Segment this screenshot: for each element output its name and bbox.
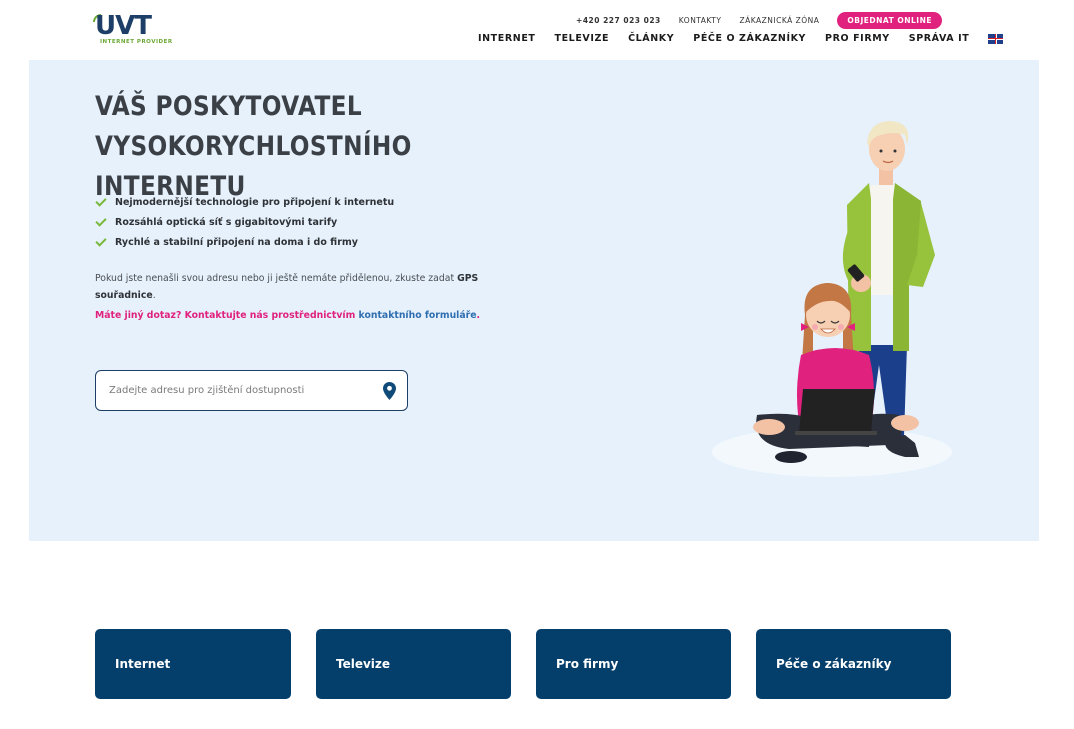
check-icon: [95, 198, 107, 206]
category-cards: Internet Televize Pro firmy Péče o zákaz…: [95, 629, 951, 699]
nav-pece-o-zakazniky[interactable]: PÉČE O ZÁKAZNÍKY: [693, 33, 806, 44]
phone-link[interactable]: +420 227 023 023: [576, 16, 661, 25]
card-pro-firmy[interactable]: Pro firmy: [536, 629, 731, 699]
nav-clanky[interactable]: ČLÁNKY: [628, 33, 674, 44]
order-online-button[interactable]: OBJEDNAT ONLINE: [837, 11, 942, 29]
feature-item: Rozsáhlá optická síť s gigabitovými tari…: [95, 212, 394, 232]
address-search-input[interactable]: [109, 385, 369, 396]
hero-title-line1: VÁŠ POSKYTOVATEL: [95, 91, 362, 122]
feature-text: Rychlé a stabilní připojení na doma i do…: [115, 236, 358, 248]
logo[interactable]: UVT INTERNET PROVIDER: [93, 11, 173, 47]
address-help-text: Pokud jste nenašli svou adresu nebo ji j…: [95, 271, 495, 304]
desc-suffix: .: [152, 289, 156, 301]
people-illustration: [712, 121, 952, 477]
uk-flag-icon[interactable]: [988, 33, 1004, 44]
logo-mark: UVT: [95, 11, 152, 41]
check-icon: [95, 218, 107, 226]
feature-text: Rozsáhlá optická síť s gigabitovými tari…: [115, 216, 338, 228]
hero-section: VÁŠ POSKYTOVATEL VYSOKORYCHLOSTNÍHO INTE…: [29, 60, 1039, 541]
site-header: UVT INTERNET PROVIDER +420 227 023 023 K…: [0, 0, 1074, 60]
nav-sprava-it[interactable]: SPRÁVA IT: [909, 33, 970, 44]
hero-title: VÁŠ POSKYTOVATEL VYSOKORYCHLOSTNÍHO INTE…: [95, 87, 508, 207]
desc-prefix: Pokud jste nenašli svou adresu nebo ji j…: [95, 273, 458, 284]
feature-item: Rychlé a stabilní připojení na doma i do…: [95, 232, 394, 252]
address-search[interactable]: [95, 370, 408, 411]
contact-suffix: .: [476, 310, 481, 321]
feature-text: Nejmodernější technologie pro připojení …: [115, 196, 395, 208]
card-televize[interactable]: Televize: [316, 629, 511, 699]
customer-zone-link[interactable]: ZÁKAZNICKÁ ZÓNA: [739, 16, 819, 25]
contact-text: Máte jiný dotaz? Kontaktujte nás prostře…: [95, 310, 480, 321]
feature-item: Nejmodernější technologie pro připojení …: [95, 192, 394, 212]
logo-subtext: INTERNET PROVIDER: [100, 39, 173, 45]
nav-televize[interactable]: TELEVIZE: [555, 33, 610, 44]
check-icon: [95, 238, 107, 246]
contact-form-link[interactable]: kontaktního formuláře: [359, 310, 477, 321]
contact-prefix: Máte jiný dotaz? Kontaktujte nás prostře…: [95, 310, 359, 321]
main-nav: INTERNET TELEVIZE ČLÁNKY PÉČE O ZÁKAZNÍK…: [478, 33, 1004, 44]
card-pece-o-zakazniky[interactable]: Péče o zákazníky: [756, 629, 951, 699]
feature-list: Nejmodernější technologie pro připojení …: [95, 192, 394, 252]
top-bar: +420 227 023 023 KONTAKTY ZÁKAZNICKÁ ZÓN…: [576, 11, 942, 29]
nav-internet[interactable]: INTERNET: [478, 33, 536, 44]
card-internet[interactable]: Internet: [95, 629, 291, 699]
nav-pro-firmy[interactable]: PRO FIRMY: [825, 33, 890, 44]
contacts-link[interactable]: KONTAKTY: [679, 16, 722, 25]
map-pin-icon[interactable]: [383, 382, 396, 400]
